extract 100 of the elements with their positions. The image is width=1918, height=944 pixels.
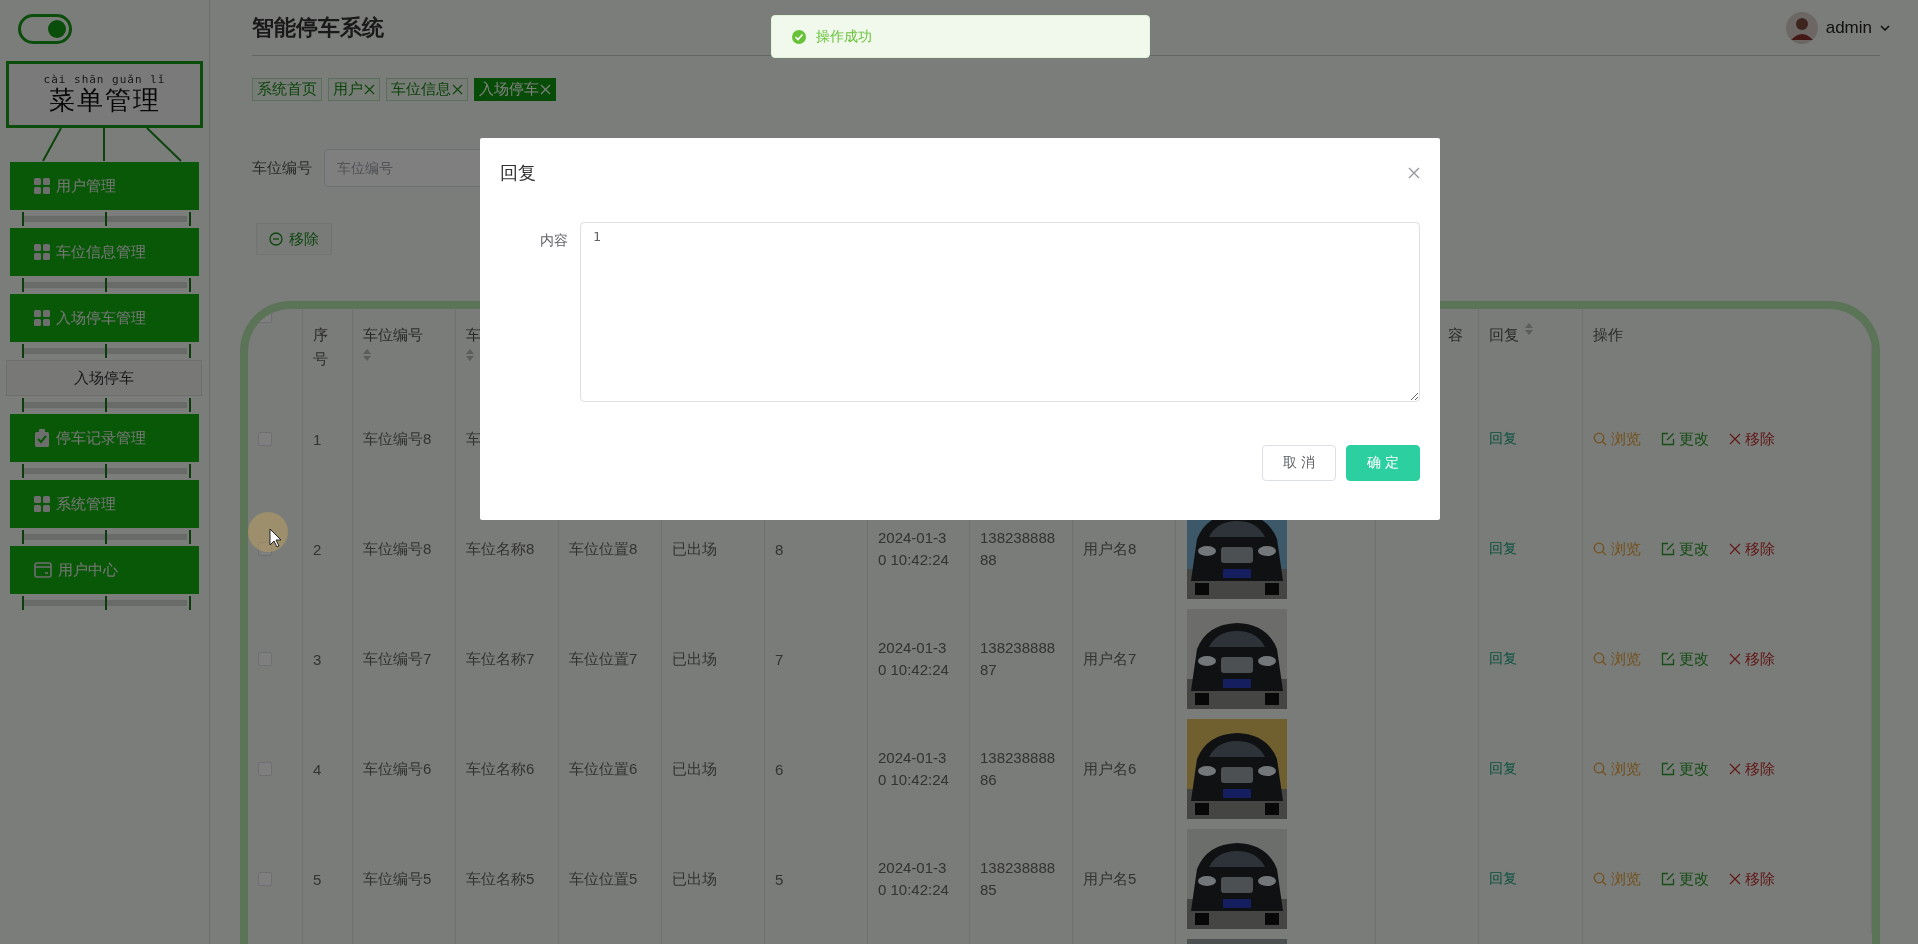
table-cell: 已出场 [672, 539, 717, 559]
tab[interactable]: 车位信息 [386, 78, 468, 101]
table-cell: 车位编号8 [363, 429, 432, 449]
table-cell: 车位位置6 [569, 759, 638, 779]
reply-link[interactable]: 回复 [1489, 650, 1517, 668]
table-cell-text: 2024-01-30 10:42:24 [878, 748, 950, 790]
view-link[interactable]: 浏览 [1593, 649, 1641, 669]
edit-icon [1661, 762, 1675, 776]
tab[interactable]: 入场停车 [474, 78, 556, 101]
table-cell: 车位名称6 [466, 759, 535, 779]
cursor-icon [248, 512, 288, 554]
table-cell-text: 2024-01-30 10:42:24 [878, 638, 950, 680]
view-link[interactable]: 浏览 [1593, 759, 1641, 779]
cancel-button[interactable]: 取 消 [1262, 445, 1337, 481]
sort-icon[interactable] [363, 349, 371, 361]
table-cell: 4 [313, 760, 322, 778]
table-cell: 车位编号6 [363, 759, 432, 779]
close-icon[interactable] [452, 84, 463, 95]
reply-link[interactable]: 回复 [1489, 870, 1517, 888]
edit-link[interactable]: 更改 [1661, 539, 1709, 559]
remove-link[interactable]: 移除 [1729, 869, 1775, 889]
grid-icon [34, 310, 50, 326]
remove-link[interactable]: 移除 [1729, 649, 1775, 669]
menu-item[interactable]: 系统管理 [10, 480, 199, 528]
reply-link[interactable]: 回复 [1489, 540, 1517, 558]
menu-item[interactable]: 车位信息管理 [10, 228, 199, 276]
reply-link[interactable]: 回复 [1489, 760, 1517, 778]
edit-link[interactable]: 更改 [1661, 759, 1709, 779]
menu-item[interactable]: 用户管理 [10, 162, 199, 210]
grid-icon [34, 178, 50, 194]
table-cell: 已出场 [672, 649, 717, 669]
remove-link[interactable]: 移除 [1729, 539, 1775, 559]
table-cell: 7 [775, 650, 784, 668]
caret-icon[interactable] [1880, 24, 1890, 31]
table-cell: 车位位置7 [569, 649, 638, 669]
table-cell: 车位名称5 [466, 869, 535, 889]
table-cell: 3 [313, 650, 322, 668]
table-cell: 车位编号7 [363, 649, 432, 669]
edit-link[interactable]: 更改 [1661, 649, 1709, 669]
table-cell: 用户名8 [1083, 539, 1137, 559]
menu-item[interactable]: 停车记录管理 [10, 414, 199, 462]
close-icon[interactable] [364, 84, 375, 95]
edit-link[interactable]: 更改 [1661, 429, 1709, 449]
submenu-item[interactable]: 入场停车 [6, 360, 202, 396]
toast-message: 操作成功 [771, 15, 1150, 58]
close-icon[interactable] [1729, 433, 1741, 445]
close-icon[interactable] [1408, 167, 1420, 179]
search-icon [1593, 652, 1607, 666]
edit-link[interactable]: 更改 [1661, 869, 1709, 889]
column-header: 序号 [313, 325, 329, 369]
table-cell-text: 13823888885 [980, 858, 1057, 900]
minus-circle-icon [269, 232, 283, 246]
edit-icon [1661, 432, 1675, 446]
column-header: 车位编号 [363, 325, 423, 345]
table-cell: 车位位置5 [569, 869, 638, 889]
tab[interactable]: 系统首页 [252, 78, 322, 101]
close-icon[interactable] [1729, 873, 1741, 885]
close-icon[interactable] [1729, 763, 1741, 775]
grid-icon [34, 244, 50, 260]
close-icon[interactable] [1729, 653, 1741, 665]
content-field[interactable]: 1 [580, 222, 1420, 402]
edit-icon [1661, 652, 1675, 666]
remove-button[interactable]: 移除 [256, 223, 332, 255]
table-cell: 用户名5 [1083, 869, 1137, 889]
table-cell: 车位编号8 [363, 539, 432, 559]
confirm-button[interactable]: 确 定 [1346, 445, 1420, 481]
remove-link[interactable]: 移除 [1729, 759, 1775, 779]
sort-icon[interactable] [1525, 323, 1533, 335]
table-cell-text: 2024-01-30 10:42:24 [878, 528, 950, 570]
user-name[interactable]: admin [1825, 17, 1872, 38]
table-cell: 车位名称7 [466, 649, 535, 669]
column-header: 车 [466, 325, 481, 345]
table-cell: 车位名称8 [466, 539, 535, 559]
search-icon [1593, 872, 1607, 886]
menu-item[interactable]: 用户中心 [10, 546, 199, 594]
view-link[interactable]: 浏览 [1593, 539, 1641, 559]
toggle-switch[interactable] [18, 14, 72, 44]
table-cell: 车位位置8 [569, 539, 638, 559]
clipboard-icon [34, 429, 50, 447]
table-cell-text: 13823888887 [980, 638, 1057, 680]
view-link[interactable]: 浏览 [1593, 869, 1641, 889]
tab[interactable]: 用户 [328, 78, 380, 101]
card-icon [34, 562, 52, 578]
remove-link[interactable]: 移除 [1729, 429, 1775, 449]
menu-item[interactable]: 入场停车管理 [10, 294, 199, 342]
grid-icon [34, 496, 50, 512]
check-circle-icon [792, 29, 806, 44]
table-cell: 用户名7 [1083, 649, 1137, 669]
sort-icon[interactable] [466, 349, 474, 361]
table-cell-text: 2024-01-30 10:42:24 [878, 858, 950, 900]
field-label: 车位编号 [252, 158, 312, 178]
table-cell: 已出场 [672, 759, 717, 779]
search-icon [1593, 432, 1607, 446]
table-cell: 用户名6 [1083, 759, 1137, 779]
table-cell: 5 [775, 870, 784, 888]
reply-link[interactable]: 回复 [1489, 430, 1517, 448]
table-cell: 已出场 [672, 869, 717, 889]
close-icon[interactable] [1729, 543, 1741, 555]
column-header: 容 [1448, 325, 1463, 345]
view-link[interactable]: 浏览 [1593, 429, 1641, 449]
